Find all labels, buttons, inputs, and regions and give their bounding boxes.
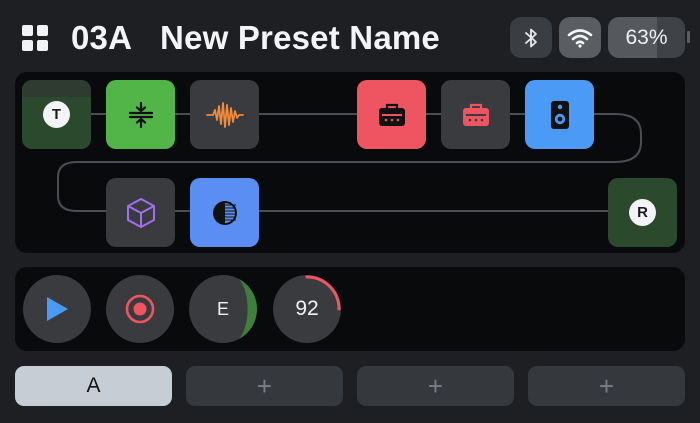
bluetooth-icon xyxy=(525,28,537,47)
compressor-icon xyxy=(128,101,153,128)
preset-name[interactable]: New Preset Name xyxy=(160,16,440,60)
tempo-button[interactable]: 92 xyxy=(273,275,341,343)
cab-block[interactable] xyxy=(525,80,594,149)
waveform-icon xyxy=(205,101,244,128)
preset-number[interactable]: 03A xyxy=(71,16,132,60)
battery-nub xyxy=(687,31,690,43)
snapshot-add-1[interactable]: + xyxy=(186,366,343,406)
amp-block-bypassed[interactable] xyxy=(441,80,510,149)
wifi-button[interactable] xyxy=(559,17,601,58)
output-block[interactable]: R xyxy=(608,178,677,247)
half-circle-icon xyxy=(212,200,237,225)
record-button[interactable] xyxy=(106,275,174,343)
wifi-icon xyxy=(567,28,593,48)
amp-icon xyxy=(462,103,489,126)
grid-icon[interactable] xyxy=(22,25,48,51)
play-button[interactable] xyxy=(23,275,91,343)
battery-label: 63% xyxy=(625,25,668,49)
amp-icon xyxy=(378,103,405,126)
input-label: T xyxy=(43,101,70,128)
gate-block[interactable] xyxy=(190,80,259,149)
fx-block[interactable] xyxy=(106,178,175,247)
snapshot-add-2[interactable]: + xyxy=(357,366,514,406)
input-block[interactable]: T xyxy=(22,80,91,149)
cube-icon xyxy=(126,197,155,228)
record-icon xyxy=(125,294,155,324)
tuner-note: E xyxy=(216,298,229,319)
bluetooth-button[interactable] xyxy=(510,17,552,58)
snapshot-a[interactable]: A xyxy=(15,366,172,406)
speaker-icon xyxy=(550,100,569,129)
output-label: R xyxy=(629,199,656,226)
tuner-button[interactable]: E xyxy=(189,275,257,343)
play-icon xyxy=(47,297,68,321)
compressor-block[interactable] xyxy=(106,80,175,149)
input-level xyxy=(22,80,91,97)
snapshot-add-3[interactable]: + xyxy=(528,366,685,406)
tempo-value: 92 xyxy=(295,297,319,320)
amp-block[interactable] xyxy=(357,80,426,149)
battery-indicator[interactable]: 63% xyxy=(608,17,685,58)
dynamics-block[interactable] xyxy=(190,178,259,247)
